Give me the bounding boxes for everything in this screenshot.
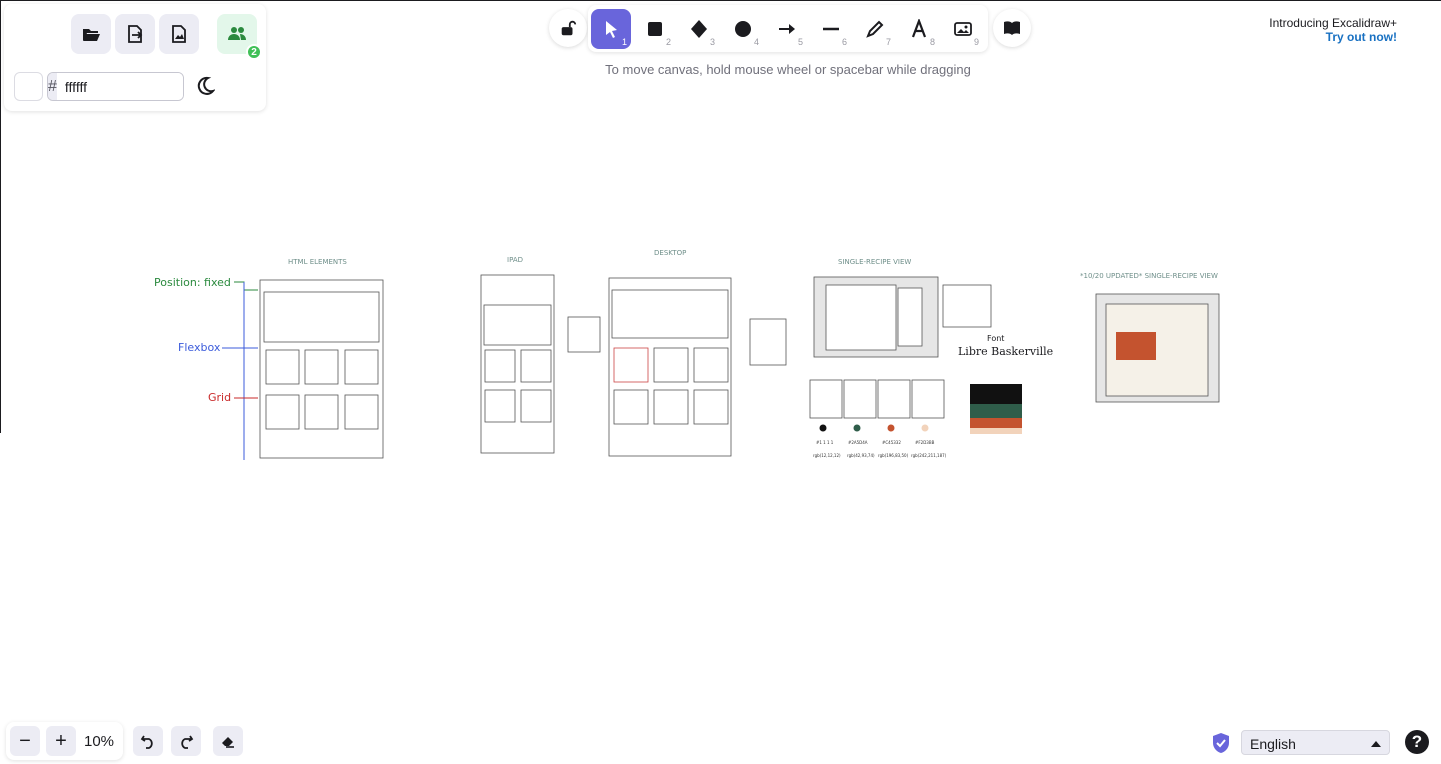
- label-flexbox: Flexbox: [178, 341, 221, 354]
- book-icon: [1004, 21, 1020, 35]
- zoom-controls: − + 10%: [6, 722, 123, 760]
- font-name: Libre Baskerville: [958, 345, 1053, 358]
- open-button[interactable]: [71, 14, 111, 54]
- canvas-drawing: Position: fixed Flexbox Grid HTML ELEMEN…: [154, 249, 1220, 460]
- zoom-level[interactable]: 10%: [84, 733, 114, 750]
- title-ipad: IPAD: [507, 256, 523, 264]
- rectangle-icon: [648, 22, 662, 36]
- zoom-in-button[interactable]: +: [46, 726, 76, 756]
- canvas-border-left: [0, 0, 1, 433]
- canvas-background-input[interactable]: [56, 73, 183, 100]
- tool-shortcut: 7: [885, 37, 891, 47]
- shapes-toolbar: 1 2 3 4 5 6 7 8 9: [588, 5, 988, 52]
- caret-up-icon: [1371, 741, 1381, 747]
- pencil-icon: [866, 20, 884, 38]
- collaborate-button[interactable]: 2: [217, 14, 262, 60]
- text-icon: [911, 19, 927, 38]
- undo-icon: [140, 735, 153, 749]
- palette-label-1: #1 1 1 1: [816, 440, 834, 445]
- export-icon: [128, 25, 143, 43]
- language-selected: English: [1250, 736, 1296, 752]
- label-position-fixed: Position: fixed: [154, 276, 231, 289]
- unlock-icon: [561, 20, 577, 36]
- tool-shortcut: 8: [929, 37, 935, 47]
- redo-icon: [181, 735, 194, 749]
- canvas-border-top: [0, 0, 1441, 1]
- title-single-recipe: SINGLE-RECIPE VIEW: [838, 258, 911, 266]
- cursor-icon: [606, 21, 617, 38]
- main-menu-island: 2 #: [4, 4, 266, 111]
- draw-tool[interactable]: 7: [855, 9, 895, 49]
- lock-tool-button[interactable]: [549, 9, 587, 47]
- export-button[interactable]: [115, 14, 155, 54]
- excalidraw-plus-promo: Introducing Excalidraw+ Try out now!: [1269, 16, 1397, 44]
- palette-rgb-2: rgb(42,93,74): [847, 453, 875, 458]
- help-button[interactable]: ?: [1405, 730, 1429, 754]
- language-select[interactable]: English: [1241, 730, 1390, 755]
- users-icon: [228, 27, 246, 40]
- promo-title: Introducing Excalidraw+: [1269, 16, 1397, 30]
- zoom-out-button[interactable]: −: [10, 726, 40, 756]
- arrow-tool[interactable]: 5: [767, 9, 807, 49]
- canvas-background-hex-field: #: [47, 72, 184, 101]
- palette-label-4: #F2D3BB: [915, 440, 935, 445]
- selection-tool[interactable]: 1: [591, 9, 631, 49]
- tool-shortcut: 2: [665, 37, 671, 47]
- promo-link[interactable]: Try out now!: [1269, 30, 1397, 44]
- rectangle-tool[interactable]: 2: [635, 9, 675, 49]
- label-grid: Grid: [208, 391, 231, 404]
- eraser-icon: [222, 737, 234, 748]
- image-tool[interactable]: 9: [943, 9, 983, 49]
- palette-label-2: #2A5D4A: [848, 440, 868, 445]
- library-button[interactable]: [993, 9, 1031, 47]
- collaborator-count-badge: 2: [246, 44, 262, 60]
- title-desktop: DESKTOP: [654, 249, 686, 257]
- title-html-elements: HTML ELEMENTS: [288, 258, 347, 266]
- tool-shortcut: 6: [841, 37, 847, 47]
- palette-rgb-4: rgb(242,211,187): [911, 453, 947, 458]
- palette-label-3: #C45332: [882, 440, 901, 445]
- canvas-hint: To move canvas, hold mouse wheel or spac…: [605, 62, 971, 77]
- tool-shortcut: 5: [797, 37, 803, 47]
- arrow-icon: [779, 24, 795, 34]
- tool-shortcut: 9: [973, 37, 979, 47]
- canvas-background-swatch[interactable]: [14, 72, 43, 101]
- tool-shortcut: 3: [709, 37, 715, 47]
- ellipse-icon: [735, 21, 751, 37]
- tool-shortcut: 4: [753, 37, 759, 47]
- redo-button[interactable]: [171, 726, 201, 756]
- text-tool[interactable]: 8: [899, 9, 939, 49]
- line-icon: [823, 27, 839, 31]
- undo-button[interactable]: [133, 726, 163, 756]
- title-updated-single-recipe: *10/20 UPDATED* SINGLE-RECIPE VIEW: [1080, 272, 1218, 280]
- diamond-tool[interactable]: 3: [679, 9, 719, 49]
- tool-shortcut: 1: [621, 37, 627, 47]
- moon-icon[interactable]: [195, 76, 215, 96]
- diamond-icon: [691, 20, 707, 38]
- hex-hash-label: #: [48, 73, 57, 100]
- folder-open-icon: [83, 29, 100, 41]
- palette-rgb-1: rgb(12,12,12): [813, 453, 841, 458]
- export-image-icon: [172, 25, 186, 43]
- palette-rgb-3: rgb(196,83,50): [878, 453, 909, 458]
- line-tool[interactable]: 6: [811, 9, 851, 49]
- export-image-button[interactable]: [159, 14, 199, 54]
- encryption-shield-icon[interactable]: [1211, 732, 1231, 754]
- clear-canvas-button[interactable]: [213, 726, 243, 756]
- font-label: Font: [987, 334, 1004, 343]
- image-icon: [954, 22, 972, 36]
- ellipse-tool[interactable]: 4: [723, 9, 763, 49]
